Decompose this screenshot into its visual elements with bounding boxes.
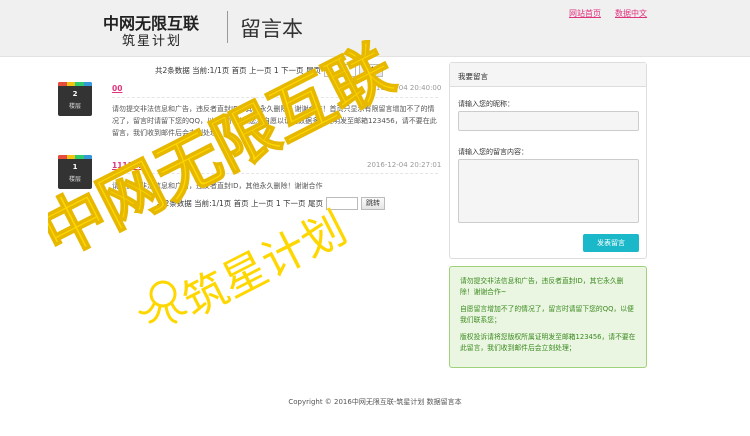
logo-sub-text: 筑星计划 <box>122 34 183 49</box>
page-jump-button[interactable]: 跳转 <box>360 197 385 210</box>
pager-top: 共2条数据 当前:1/1页 首页 上一页 1 下一页 尾页 跳转 <box>155 64 383 77</box>
message-divider <box>112 173 438 174</box>
pager-summary: 共2条数据 当前:1/1页 首页 上一页 1 下一页 尾页 <box>157 199 323 208</box>
nickname-label: 请输入您的昵称： <box>458 100 514 108</box>
notice-line: 请勿提交非法信息和广告，违反者直封ID，其它永久删除！谢谢合作~ <box>460 277 624 296</box>
message-nickname[interactable]: 111111 <box>112 161 143 170</box>
comment-form-panel: 我要留言 请输入您的昵称： 请输入您的留言内容： 发表留言 <box>449 62 647 259</box>
floor-label: 楼层 <box>68 103 81 110</box>
page-footer: Copyright © 2016中网无限互联-筑星计划 数据留言本 <box>288 398 462 406</box>
message-time: 2016-12-04 20:40:00 <box>367 84 442 92</box>
page-jump-input[interactable] <box>323 64 356 77</box>
floor-number: 1 <box>72 163 78 171</box>
message-item: 2 楼层 00 2016-12-04 20:40:00 请勿提交非法信息和广告，… <box>58 82 442 148</box>
pager-summary: 共2条数据 当前:1/1页 首页 上一页 1 下一页 尾页 <box>155 66 321 75</box>
octopus-icon <box>138 280 188 324</box>
floor-badge: 1 楼层 <box>58 155 92 189</box>
pager-bottom: 共2条数据 当前:1/1页 首页 上一页 1 下一页 尾页 跳转 <box>157 197 385 210</box>
notice-line: 版权投诉请将您版权所属证明发至邮箱123456，请不要在此留言，我们收到邮件后会… <box>460 333 636 352</box>
nav-link-data[interactable]: 数据中文 <box>615 8 647 19</box>
page-header: 中网无限互联 筑星计划 留言本 网站首页 数据中文 <box>0 0 750 57</box>
submit-button[interactable]: 发表留言 <box>583 234 639 252</box>
nickname-input[interactable] <box>458 111 639 131</box>
message-divider <box>112 97 438 98</box>
page-jump-input[interactable] <box>325 197 358 210</box>
floor-number: 2 <box>72 90 78 98</box>
content-textarea[interactable] <box>458 159 639 223</box>
message-nickname[interactable]: 00 <box>112 84 122 93</box>
notice-line: 自愿留言增加不了的情况了，留言时请留下您的QQ，以便我们联系您； <box>460 305 634 324</box>
content-label: 请输入您的留言内容： <box>458 148 528 156</box>
badge-color-bar <box>58 155 92 159</box>
notice-box: 请勿提交非法信息和广告，违反者直封ID，其它永久删除！谢谢合作~ 自愿留言增加不… <box>449 266 647 368</box>
floor-label: 楼层 <box>68 176 81 183</box>
message-item: 1 楼层 111111 2016-12-04 20:27:01 请勿提交非法信息… <box>58 155 442 195</box>
message-body: 请勿提交非法信息和广告，违反者直封ID，其他永久删除！谢谢合作 <box>112 182 323 190</box>
badge-color-bar <box>58 82 92 86</box>
message-body: 请勿提交非法信息和广告，违反者直封ID，其他永久删除！谢谢合作！首页只显示有限留… <box>112 105 437 137</box>
top-nav: 网站首页 数据中文 <box>569 8 647 19</box>
page-jump-button[interactable]: 跳转 <box>358 64 383 77</box>
floor-badge: 2 楼层 <box>58 82 92 116</box>
page-title: 留言本 <box>240 17 303 41</box>
watermark-text-sub: 筑星计划 <box>175 202 355 327</box>
logo-divider <box>227 11 228 43</box>
form-title: 我要留言 <box>450 63 646 87</box>
message-time: 2016-12-04 20:27:01 <box>367 161 442 169</box>
nav-link-home[interactable]: 网站首页 <box>569 8 601 19</box>
